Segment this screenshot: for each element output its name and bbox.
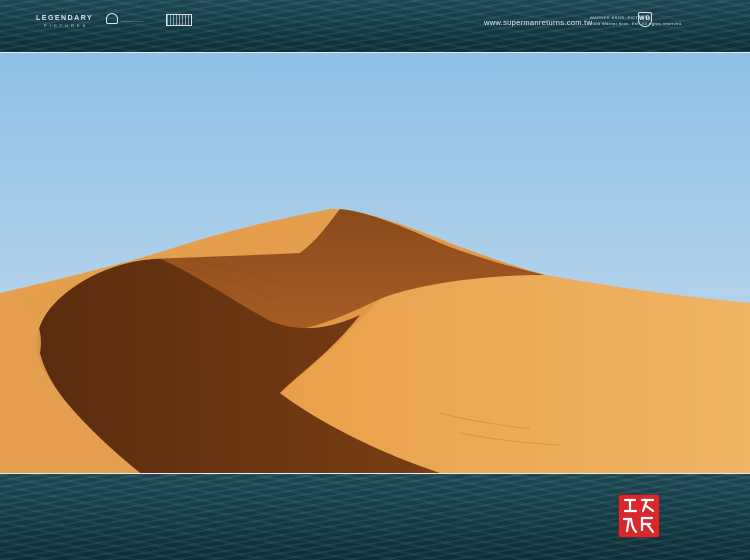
shell-logo-text: ~~~~~~~~ (121, 18, 144, 24)
legendary-pictures-logo: LEGENDARY PICTURES (36, 15, 93, 28)
studio-box-logo (166, 14, 192, 26)
dune-illustration (0, 53, 750, 473)
header-banner: LEGENDARY PICTURES ~~~~~~~~ www.superman… (0, 0, 750, 52)
warner-bros-text: WARNER BROS. PICTURES 2006 Warner Bros. … (590, 15, 683, 26)
website-url: www.supermanreturns.com.tw (484, 18, 593, 27)
shell-logo: ~~~~~~~~ (106, 13, 144, 24)
legendary-logo-title: LEGENDARY (36, 15, 94, 22)
seal-glyphs (622, 498, 655, 534)
desert-dune-photo (0, 52, 750, 474)
warner-bros-line2: 2006 Warner Bros. Ent. All rights reserv… (590, 20, 683, 26)
wb-shield-logo: WB (638, 12, 652, 27)
red-seal-stamp-icon (619, 495, 659, 537)
shell-icon (106, 13, 118, 24)
legendary-logo-subtitle: PICTURES (44, 23, 89, 28)
